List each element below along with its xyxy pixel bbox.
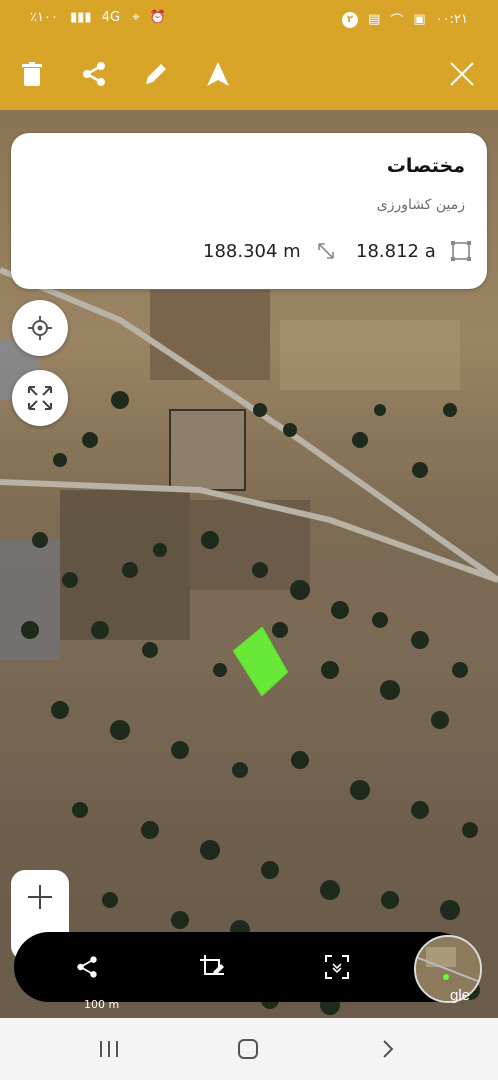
system-navigation-bar [0, 1018, 498, 1080]
card-title: مختصات [386, 155, 465, 177]
recent-apps-button[interactable] [94, 1036, 124, 1062]
edit-button[interactable] [134, 52, 178, 96]
trash-icon [22, 62, 42, 86]
recent-apps-icon [100, 1041, 118, 1057]
info-card: مختصات زمین کشاورزی 188.304 m 18.812 a [11, 133, 487, 289]
status-left: ٪۱۰۰ ▮▮▮ 4G ⌖ ⏰ [30, 10, 166, 25]
perimeter-metric: 188.304 m [203, 240, 337, 262]
status-bar: ٪۱۰۰ ▮▮▮ 4G ⌖ ⏰ ۲ ▤ ⌒ ▣ ۰۰:۲۱ [0, 0, 498, 38]
card-subtitle: زمین کشاورزی [376, 197, 465, 213]
thumbnail-image [416, 937, 480, 1001]
crosshair-icon [28, 316, 52, 340]
area-value: 18.812 a [356, 240, 436, 262]
delete-button[interactable] [10, 52, 54, 96]
scan-button[interactable] [317, 947, 357, 987]
back-button[interactable] [373, 1036, 403, 1062]
crop-edit-icon [200, 955, 224, 975]
back-chevron-icon [383, 1040, 394, 1058]
signal-icon: ▮▮▮ [70, 10, 92, 25]
scan-icon [325, 955, 349, 979]
home-icon [238, 1039, 258, 1059]
battery-status: ٪۱۰۰ [30, 10, 58, 25]
map-attribution: gle [450, 987, 471, 1004]
area-metric: 18.812 a [356, 240, 472, 262]
map-scale: 100 m [84, 998, 120, 1011]
close-icon [450, 62, 474, 86]
clock-time: ۰۰:۲۱ [435, 12, 468, 27]
navigate-arrow-icon [207, 62, 229, 86]
network-type: 4G [101, 10, 121, 25]
share-icon [77, 956, 97, 978]
share-icon [83, 62, 105, 86]
navigate-button[interactable] [196, 52, 240, 96]
location-icon: ⌖ [132, 10, 140, 25]
my-location-button[interactable] [12, 300, 68, 356]
top-toolbar [0, 38, 498, 110]
close-button[interactable] [440, 52, 484, 96]
expand-icon [28, 386, 52, 410]
fit-bounds-button[interactable] [12, 370, 68, 426]
perimeter-icon [317, 243, 334, 259]
share-action-button[interactable] [67, 947, 107, 987]
edit-shape-button[interactable] [192, 947, 232, 987]
perimeter-value: 188.304 m [203, 240, 301, 262]
map-thumbnail[interactable] [414, 935, 482, 1003]
home-button[interactable] [233, 1036, 263, 1062]
notification-badge: ۲ [342, 11, 359, 28]
status-right: ۲ ▤ ⌒ ▣ ۰۰:۲۱ [342, 10, 468, 29]
plus-icon [28, 885, 52, 909]
gallery-icon: ▣ [413, 12, 426, 27]
edit-pencil-icon [146, 64, 166, 84]
calendar-icon: ▤ [368, 12, 381, 27]
share-button[interactable] [72, 52, 116, 96]
bottom-action-bar [14, 932, 482, 1003]
alarm-icon: ⏰ [149, 10, 166, 25]
weather-icon: ⌒ [390, 14, 404, 29]
area-icon [450, 241, 471, 261]
